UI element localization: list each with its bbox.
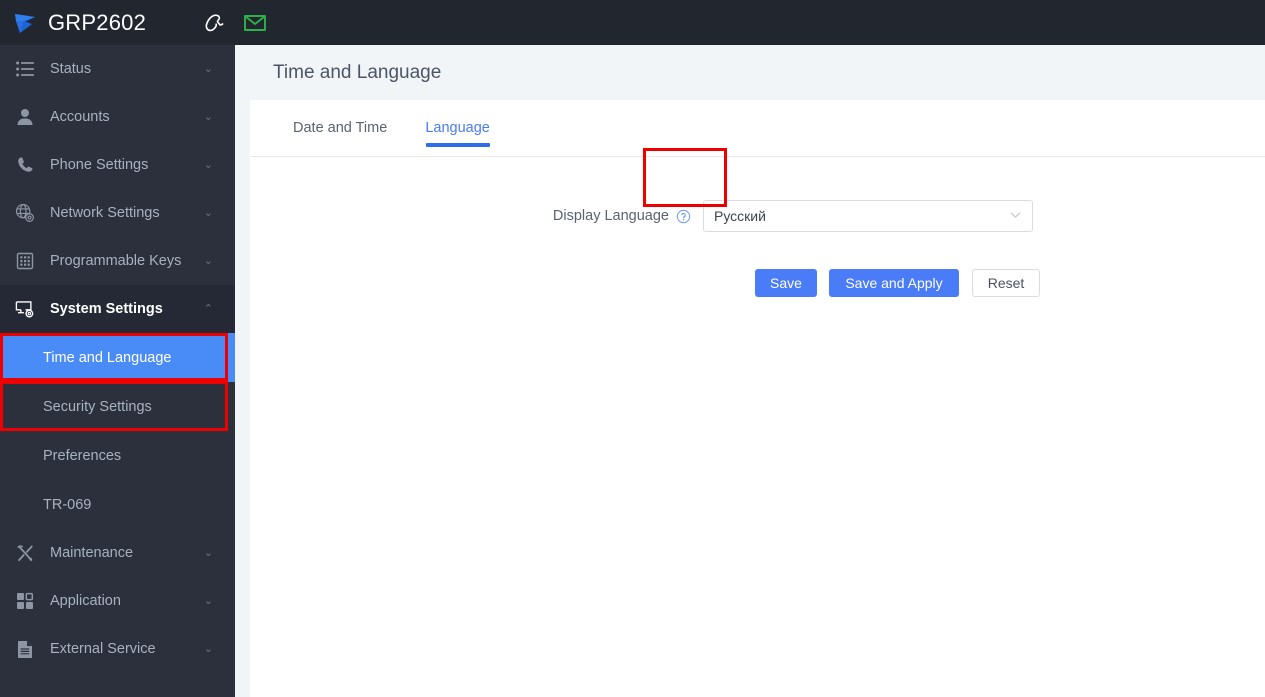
tab-bar: Date and Time Language <box>250 100 1265 157</box>
top-header: GRP2602 <box>0 0 1265 45</box>
sidebar-subitem-preferences[interactable]: Preferences <box>0 431 235 480</box>
phone-handset-icon <box>14 154 36 176</box>
apps-grid-icon <box>14 590 36 612</box>
sidebar-item-label: Application <box>50 593 121 609</box>
tab-label: Language <box>425 120 490 136</box>
phone-icon[interactable] <box>201 10 227 36</box>
sidebar-item-maintenance[interactable]: Maintenance ⌄ <box>0 529 235 577</box>
sidebar-item-label: Status <box>50 61 92 77</box>
display-language-label: Display Language <box>552 208 669 224</box>
sidebar-item-label: External Service <box>50 641 156 657</box>
sidebar-item-network-settings[interactable]: Network Settings ⌄ <box>0 189 235 237</box>
mail-icon[interactable] <box>242 10 268 36</box>
reset-button-label: Reset <box>987 275 1025 291</box>
sidebar-item-label: Accounts <box>50 109 110 125</box>
sidebar-content-gap <box>235 45 250 697</box>
sidebar: Status ⌄ Accounts ⌄ Phone Settings ⌄ Net… <box>0 45 235 697</box>
sidebar-item-label: Maintenance <box>50 545 134 561</box>
chevron-down-icon: ⌄ <box>203 62 213 75</box>
sidebar-subitem-label: Time and Language <box>43 349 172 366</box>
tab-label: Date and Time <box>293 120 388 136</box>
sidebar-subitem-time-and-language[interactable]: Time and Language <box>0 333 235 382</box>
chevron-down-icon: ⌄ <box>203 158 213 171</box>
grandstream-logo-icon <box>10 8 40 38</box>
chevron-down-icon: ⌄ <box>203 642 213 655</box>
sidebar-item-label: Phone Settings <box>50 157 149 173</box>
chevron-up-icon: ⌃ <box>203 302 213 315</box>
sidebar-item-label: Programmable Keys <box>50 253 182 269</box>
save-button-label: Save <box>770 275 802 291</box>
save-and-apply-button-label: Save and Apply <box>845 275 943 291</box>
sidebar-item-accounts[interactable]: Accounts ⌄ <box>0 93 235 141</box>
reset-button[interactable]: Reset <box>972 269 1040 297</box>
sidebar-item-application[interactable]: Application ⌄ <box>0 577 235 625</box>
main-content: Time and Language Date and Time Language… <box>250 45 1265 697</box>
chevron-down-icon: ⌄ <box>203 110 213 123</box>
globe-gear-icon <box>14 202 36 224</box>
save-and-apply-button[interactable]: Save and Apply <box>829 269 959 297</box>
tab-language[interactable]: Language <box>406 100 509 156</box>
sidebar-item-system-settings[interactable]: System Settings ⌃ <box>0 285 235 333</box>
monitor-gear-icon <box>14 298 36 320</box>
sidebar-item-phone-settings[interactable]: Phone Settings ⌄ <box>0 141 235 189</box>
display-language-value: Русский <box>714 208 766 224</box>
chevron-down-icon: ⌄ <box>203 254 213 267</box>
sidebar-subitem-security-settings[interactable]: Security Settings <box>0 382 235 431</box>
display-language-select[interactable]: Русский <box>703 200 1033 232</box>
sidebar-item-programmable-keys[interactable]: Programmable Keys ⌄ <box>0 237 235 285</box>
brand-title: GRP2602 <box>48 9 147 35</box>
sidebar-subitem-label: Preferences <box>43 447 122 464</box>
document-icon <box>14 638 36 660</box>
page-title: Time and Language <box>273 61 442 83</box>
form-buttons: Save Save and Apply Reset <box>250 269 1265 297</box>
sidebar-subitem-label: Security Settings <box>43 398 152 415</box>
chevron-down-icon <box>1010 211 1021 222</box>
user-icon <box>14 106 36 128</box>
tab-date-and-time[interactable]: Date and Time <box>274 100 406 156</box>
chevron-down-icon: ⌄ <box>203 546 213 559</box>
keypad-grid-icon <box>14 250 36 272</box>
sidebar-item-external-service[interactable]: External Service ⌄ <box>0 625 235 673</box>
page-title-bar: Time and Language <box>250 45 1265 100</box>
sidebar-item-status[interactable]: Status ⌄ <box>0 45 235 93</box>
sidebar-item-label: System Settings <box>50 301 163 317</box>
save-button[interactable]: Save <box>755 269 817 297</box>
display-language-label-cell: Display Language <box>250 208 703 224</box>
language-form: Display Language Русский Save Save and A… <box>250 157 1265 297</box>
sidebar-item-label: Network Settings <box>50 205 160 221</box>
list-icon <box>14 58 36 80</box>
tools-icon <box>14 542 36 564</box>
help-circle-icon[interactable] <box>676 209 691 224</box>
sidebar-subitem-tr-069[interactable]: TR-069 <box>0 480 235 529</box>
chevron-down-icon: ⌄ <box>203 206 213 219</box>
chevron-down-icon: ⌄ <box>203 594 213 607</box>
display-language-row: Display Language Русский <box>250 200 1265 232</box>
sidebar-subitem-label: TR-069 <box>43 496 92 513</box>
